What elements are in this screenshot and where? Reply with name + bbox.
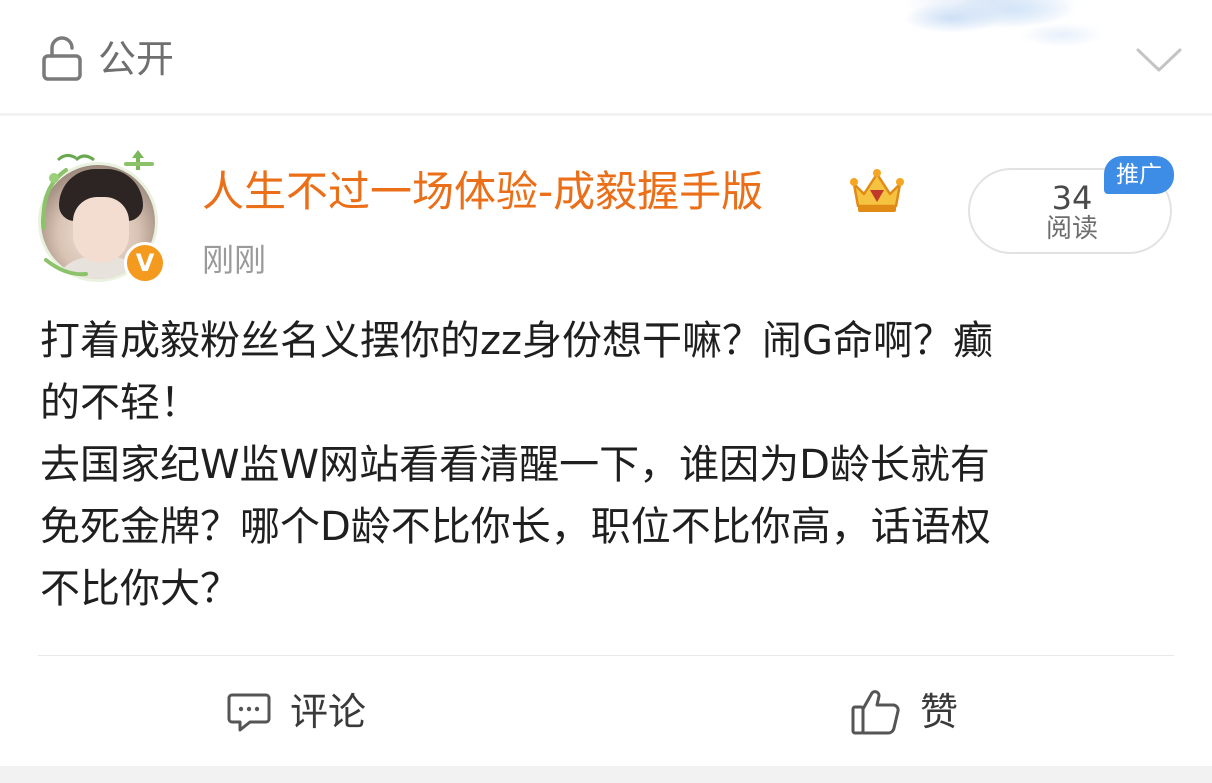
page: 公开 V 人生不过一场体验-成毅握手版 刚刚 34 阅读 推广 打着成毅粉丝名义… — [0, 0, 1212, 783]
post-text-line: 的不轻！ — [40, 380, 200, 426]
visibility-label: 公开 — [98, 37, 175, 81]
lock-icon — [42, 36, 82, 81]
post-content: 打着成毅粉丝名义摆你的zz身份想干嘛？闹G命啊？癫 的不轻！ 去国家纪W监W网站… — [40, 310, 1174, 620]
post-text-line: 免死金牌？哪个D龄不比你长，职位不比你高，话语权 — [40, 504, 991, 550]
post-text-line: 打着成毅粉丝名义摆你的zz身份想干嘛？闹G命啊？癫 — [40, 318, 993, 364]
post-time: 刚刚 — [202, 241, 267, 279]
like-label: 赞 — [920, 690, 959, 734]
cloud-decoration — [862, 0, 1122, 90]
author-name[interactable]: 人生不过一场体验-成毅握手版 — [202, 164, 763, 220]
chevron-down-icon[interactable] — [1134, 42, 1184, 74]
read-label: 阅读 — [1045, 214, 1098, 244]
promote-badge[interactable]: 推广 — [1104, 156, 1174, 194]
like-button[interactable]: 赞 — [850, 684, 958, 740]
divider — [38, 655, 1174, 656]
comment-label: 评论 — [290, 690, 367, 734]
comment-icon — [227, 693, 271, 732]
post-text-line: 不比你大？ — [40, 566, 240, 612]
comment-button[interactable]: 评论 — [226, 684, 366, 740]
thumbs-up-icon — [851, 690, 900, 735]
verified-badge: V — [124, 242, 166, 284]
post-text-line: 去国家纪W监W网站看看清醒一下，谁因为D龄长就有 — [40, 442, 990, 488]
visibility-selector[interactable]: 公开 — [0, 0, 1212, 113]
crown-icon[interactable] — [848, 166, 906, 216]
